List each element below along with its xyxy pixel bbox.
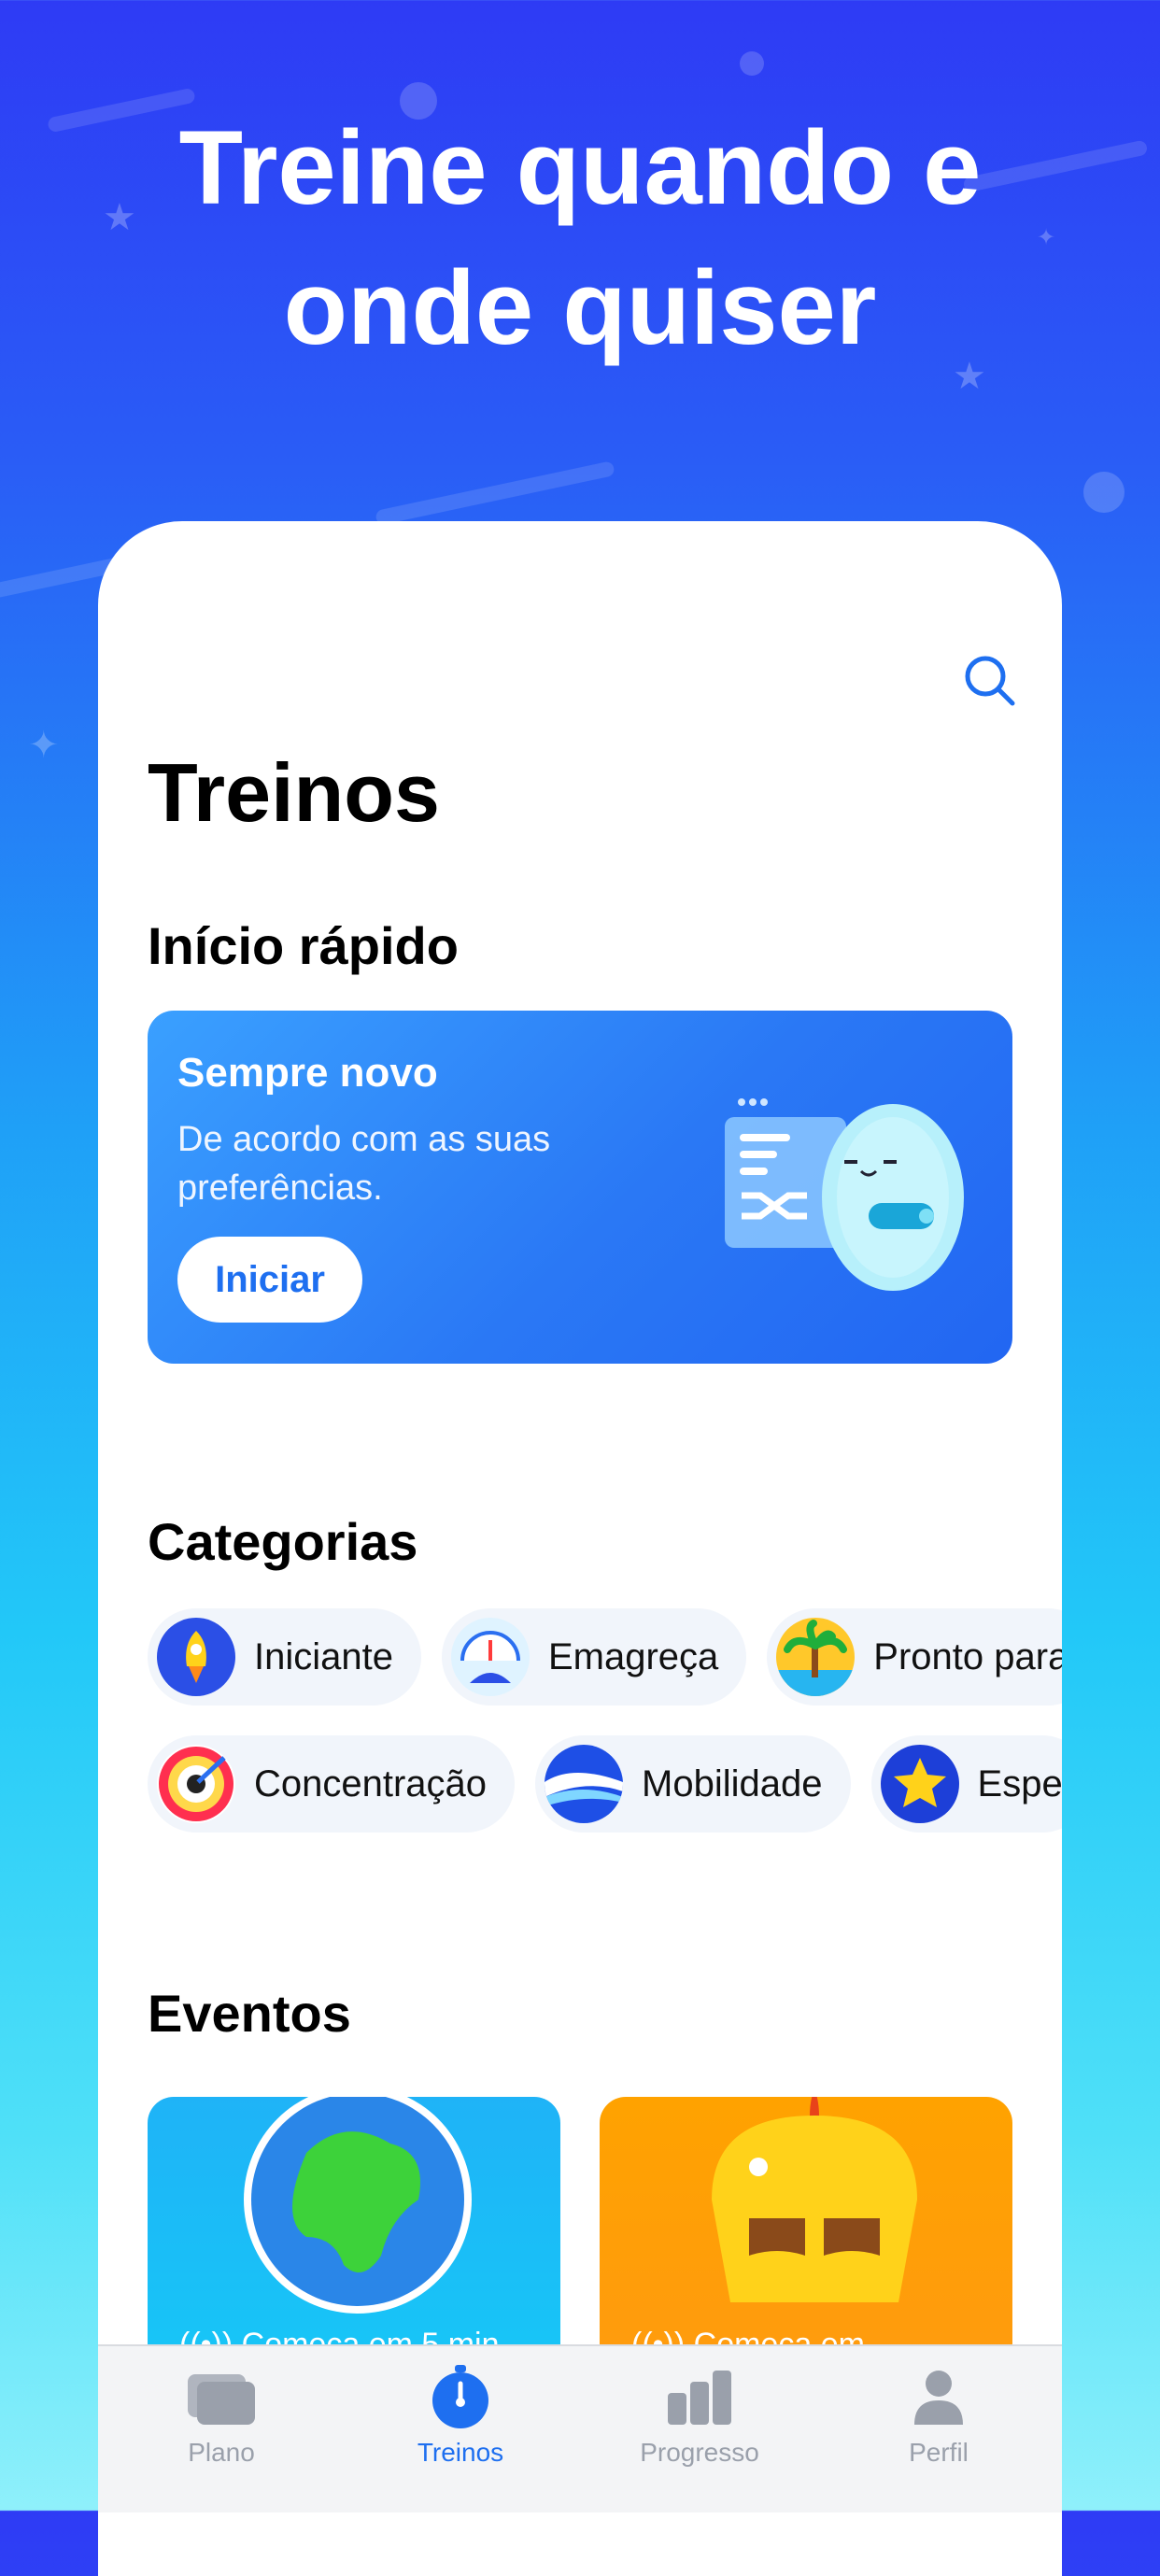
page-title: Treinos [148,746,440,839]
wave-icon [545,1745,624,1823]
phone-screen: Treinos Início rápido Sempre novo De aco… [98,521,1062,2576]
background-star: ✦ [28,725,60,766]
quick-card-description: De acordo com as suas preferências. [177,1120,551,1208]
bar-chart-icon [662,2365,737,2430]
events-heading: Eventos [148,1984,351,2043]
star-icon [880,1745,959,1823]
tab-plan[interactable]: Plano [128,2365,315,2468]
tab-progress[interactable]: Progresso [606,2365,793,2468]
categories-row-1: Iniciante Emagreça Pronto para [148,1608,1062,1709]
category-label: Iniciante [254,1635,393,1677]
headline-line-2: onde quiser [283,249,877,366]
search-icon[interactable] [961,652,1017,708]
quick-card-title: Sempre novo [177,1050,438,1096]
category-chip-ready-for[interactable]: Pronto para [767,1608,1062,1706]
tab-label: Progresso [640,2438,759,2467]
background-dot [740,51,764,76]
quick-start-heading: Início rápido [148,916,459,975]
category-label: Emagreça [547,1635,719,1677]
scale-icon [450,1618,530,1696]
tab-bar: Plano Treinos Progresso Perfil [98,2344,1062,2512]
earth-illustration [244,2097,472,2314]
quick-start-card[interactable]: Sempre novo De acordo com as suas prefer… [148,1011,1012,1364]
category-label: Concentração [254,1762,488,1805]
category-label: Mobilidade [642,1762,823,1805]
start-button[interactable]: Iniciar [177,1237,362,1323]
category-chip-mobility[interactable]: Mobilidade [535,1735,851,1833]
promo-headline: Treine quando e onde quiser [0,98,1160,378]
stopwatch-icon [423,2365,498,2430]
background-streak [375,460,615,526]
tab-label: Plano [188,2438,255,2467]
cards-icon [184,2365,259,2430]
tab-workouts[interactable]: Treinos [367,2365,554,2468]
headline-line-1: Treine quando e [178,109,982,226]
palm-tree-icon [776,1618,856,1696]
tab-profile[interactable]: Perfil [845,2365,1032,2468]
category-chip-focus[interactable]: Concentração [148,1735,516,1833]
category-chip-lose-weight[interactable]: Emagreça [441,1608,747,1706]
category-label: Espe [977,1762,1062,1805]
shuffle-mascot-illustration [714,1085,984,1309]
categories-row-2: Concentração Mobilidade Espe [148,1735,1062,1836]
categories-heading: Categorias [148,1512,418,1571]
target-icon [157,1745,235,1823]
tab-label: Treinos [417,2438,504,2467]
category-chip-beginner[interactable]: Iniciante [148,1608,421,1706]
rocket-icon [157,1618,235,1696]
category-label: Pronto para [873,1635,1062,1677]
background-dot [1083,472,1125,513]
person-icon [901,2365,976,2430]
spartan-helmet-illustration [712,2097,917,2302]
tab-label: Perfil [909,2438,969,2467]
category-chip-special[interactable]: Espe [870,1735,1062,1833]
